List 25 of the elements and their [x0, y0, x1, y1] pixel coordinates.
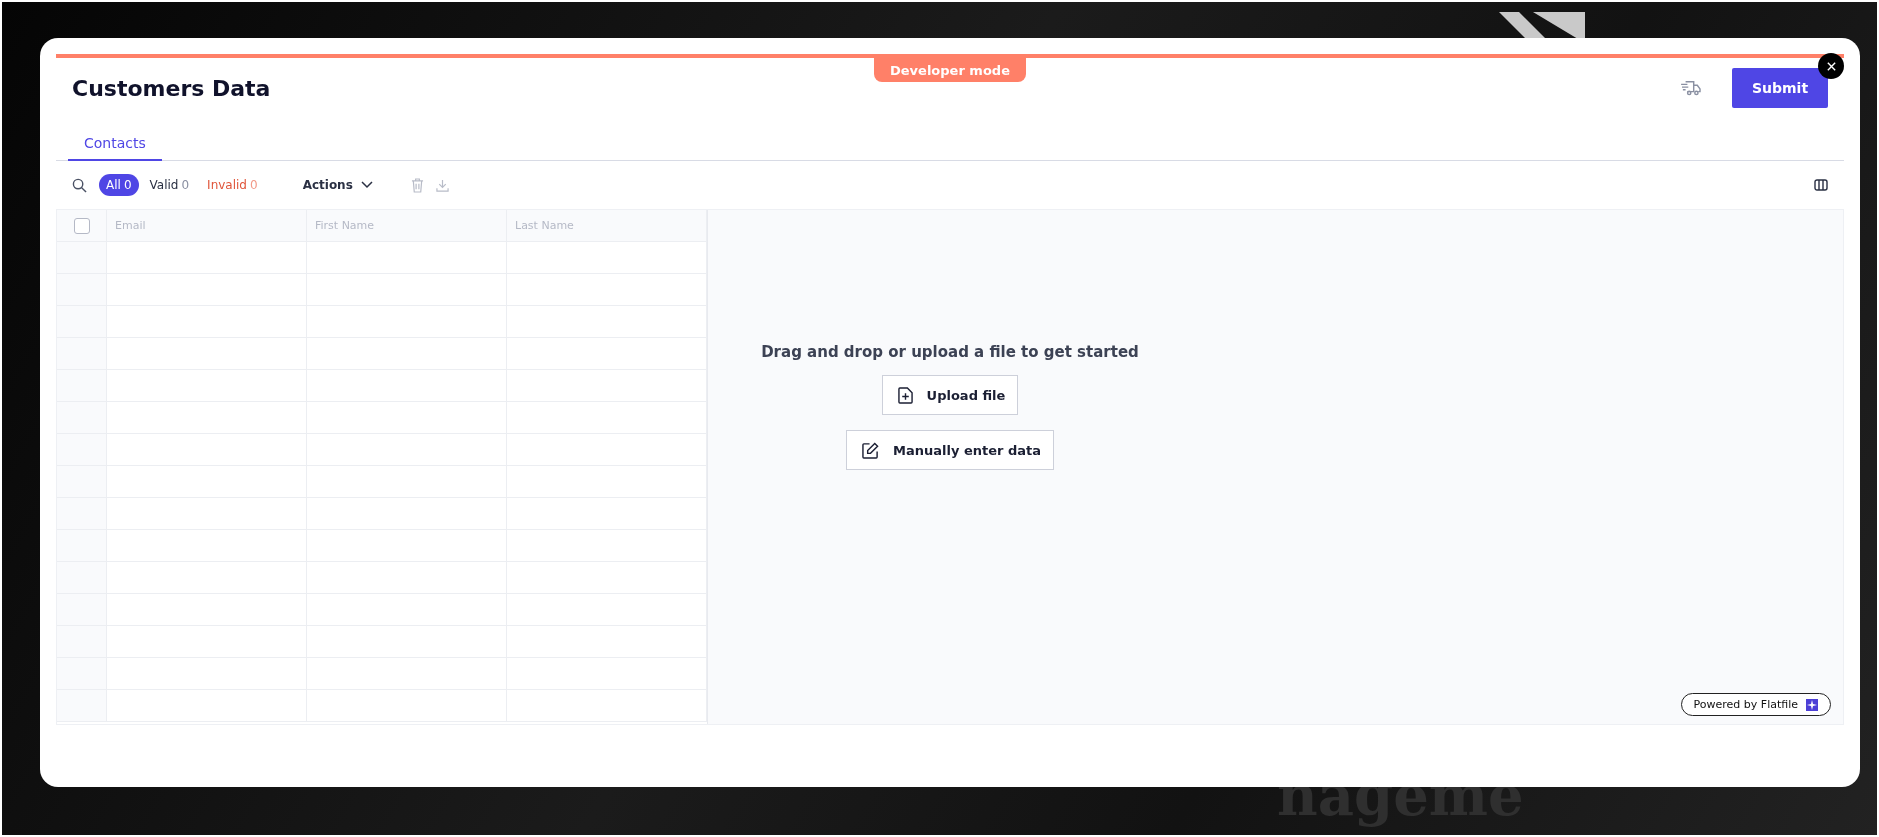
powered-by-badge[interactable]: Powered by Flatfile: [1680, 693, 1831, 716]
sparkle-logo-icon: [1806, 698, 1818, 711]
submit-button[interactable]: Submit: [1732, 68, 1828, 108]
close-icon[interactable]: [1825, 60, 1837, 72]
actions-menu[interactable]: Actions: [296, 177, 379, 193]
column-header: Email: [115, 219, 146, 232]
developer-mode-badge: Developer mode: [874, 58, 1026, 82]
empty-message: Drag and drop or upload a file to get started: [761, 343, 1139, 361]
close-button[interactable]: [1818, 53, 1844, 79]
search-icon[interactable]: [72, 177, 87, 193]
edit-icon[interactable]: [862, 441, 879, 459]
page-title: Customers Data: [72, 75, 271, 101]
select-all-checkbox[interactable]: [73, 217, 90, 234]
truck-icon[interactable]: [1680, 79, 1702, 97]
filter-tab[interactable]: Invalid 0: [200, 174, 265, 196]
column-header: Last Name: [515, 219, 574, 232]
manual-entry-button[interactable]: Manually enter data: [846, 430, 1054, 470]
caret-icon[interactable]: [360, 181, 373, 189]
filter-tab[interactable]: All 0: [99, 174, 139, 196]
file-plus-icon[interactable]: [897, 386, 913, 404]
columns-icon[interactable]: [1814, 179, 1828, 191]
filter-tab[interactable]: Valid 0: [142, 174, 197, 196]
upload-file-button[interactable]: Upload file: [881, 375, 1019, 415]
column-header: First Name: [315, 219, 375, 232]
tab[interactable]: Contacts: [68, 128, 162, 161]
